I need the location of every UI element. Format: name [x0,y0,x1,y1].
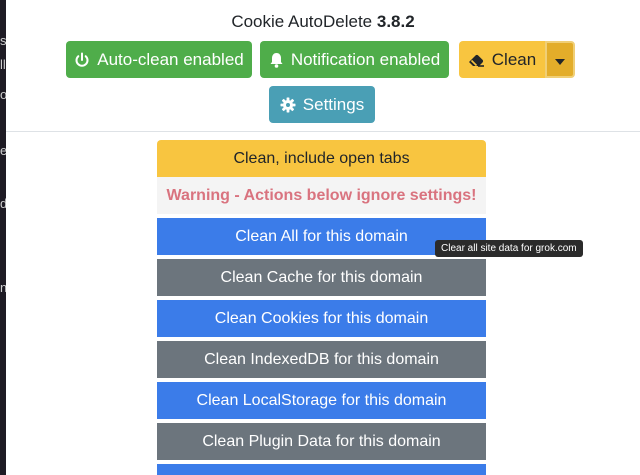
clean-dropdown-toggle[interactable] [545,41,575,78]
menu-item-label: Clean LocalStorage for this domain [196,391,447,409]
tooltip-text: Clear all site data for grok.com [441,243,577,254]
background-text-fragment: ll [0,57,6,72]
menu-item-clean-cookies[interactable]: Clean Cookies for this domain [157,300,486,337]
power-icon [74,52,90,68]
menu-item-clean-cache[interactable]: Clean Cache for this domain [157,259,486,296]
extension-popup: Cookie AutoDelete 3.8.2 Auto-clean enabl… [6,0,640,475]
auto-clean-label: Auto-clean enabled [97,49,244,69]
clean-button[interactable]: Clean [459,41,545,78]
notification-label: Notification enabled [290,49,441,69]
caret-down-icon [555,50,565,70]
gear-icon [280,97,296,113]
app-version: 3.8.2 [376,12,415,31]
header-divider [6,131,640,132]
menu-item-label: Clean Cache for this domain [220,268,423,286]
clean-label: Clean [491,49,537,69]
settings-label: Settings [302,94,365,114]
tooltip: Clear all site data for grok.com [435,240,583,257]
app-name: Cookie AutoDelete [231,12,373,31]
menu-item-clean-plugin-data[interactable]: Clean Plugin Data for this domain [157,423,486,460]
notification-button[interactable]: Notification enabled [260,41,449,78]
eraser-icon [468,53,485,67]
menu-item-label: Clean IndexedDB for this domain [204,350,439,368]
menu-item-label: Clean Plugin Data for this domain [202,432,441,450]
settings-button[interactable]: Settings [269,86,375,123]
menu-item-label: Clean Cookies for this domain [214,309,429,327]
menu-item-partial[interactable] [157,464,486,475]
bell-icon [269,52,284,68]
menu-item-label: Clean All for this domain [235,227,408,245]
menu-item-clean-localstorage[interactable]: Clean LocalStorage for this domain [157,382,486,419]
menu-item-clean-indexeddb[interactable]: Clean IndexedDB for this domain [157,341,486,378]
menu-item-clean-include-open-tabs[interactable]: Clean, include open tabs [157,140,486,177]
popup-title: Cookie AutoDelete 3.8.2 [6,12,640,32]
menu-warning-text: Warning - Actions below ignore settings! [157,177,486,214]
auto-clean-button[interactable]: Auto-clean enabled [66,41,252,78]
menu-item-label: Clean, include open tabs [233,149,410,167]
warning-label: Warning - Actions below ignore settings! [166,186,477,204]
